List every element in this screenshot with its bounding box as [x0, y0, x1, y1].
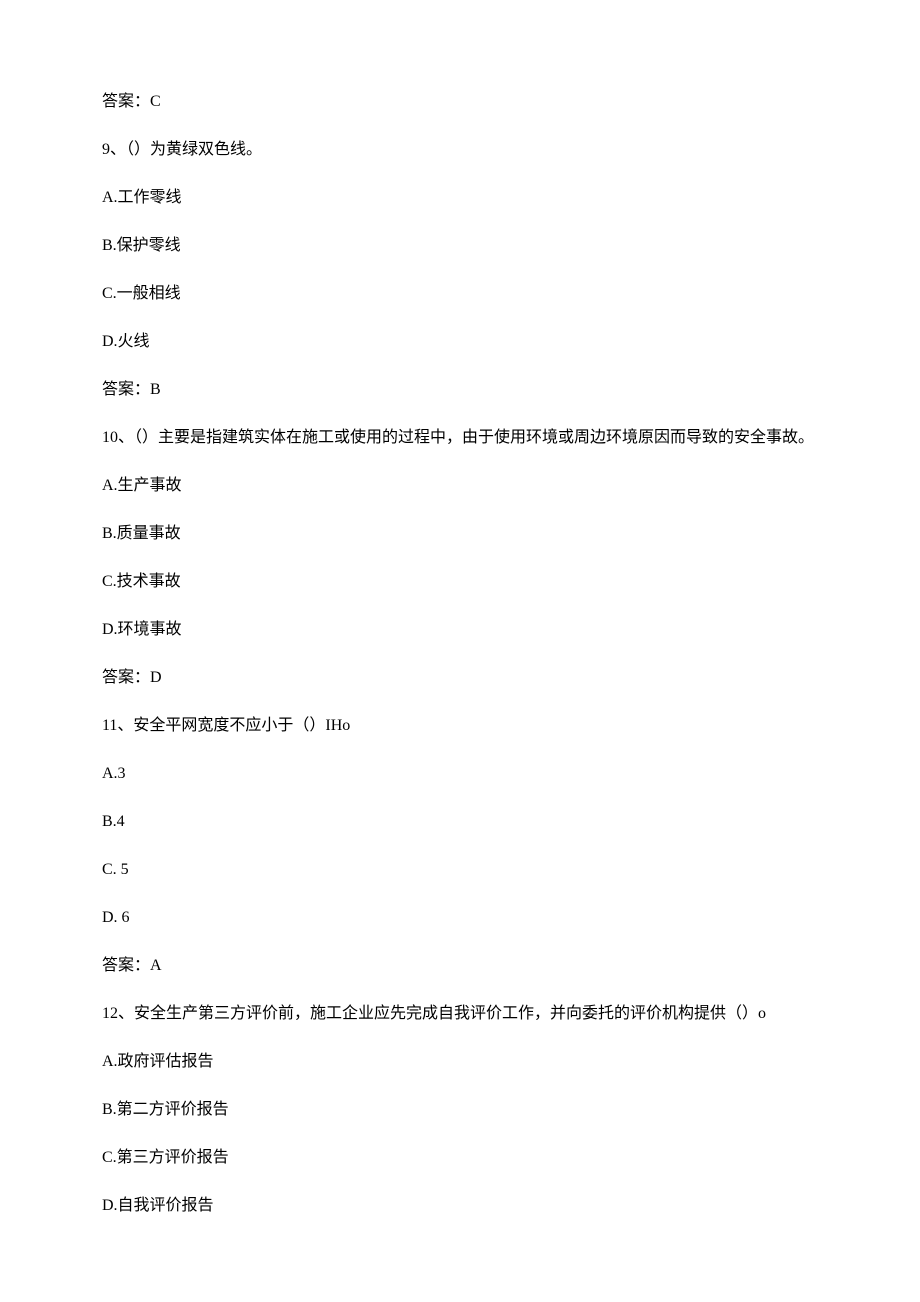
- option-d: D.自我评价报告: [70, 1194, 850, 1218]
- answer-text: 答案：C: [70, 90, 850, 114]
- option-a: A.工作零线: [70, 186, 850, 210]
- option-b: B.保护零线: [70, 234, 850, 258]
- option-b: B.4: [70, 810, 850, 834]
- answer-text: 答案：B: [70, 378, 850, 402]
- option-c: C.一般相线: [70, 282, 850, 306]
- question-text: 9、（）为黄绿双色线。: [70, 138, 850, 162]
- question-text: 12、安全生产第三方评价前，施工企业应先完成自我评价工作，并向委托的评价机构提供…: [70, 1002, 850, 1026]
- option-c: C.第三方评价报告: [70, 1146, 850, 1170]
- option-a: A.政府评估报告: [70, 1050, 850, 1074]
- option-d: D.火线: [70, 330, 850, 354]
- option-a: A.3: [70, 762, 850, 786]
- question-text: 11、安全平网宽度不应小于（）IHo: [70, 714, 850, 738]
- option-c: C. 5: [70, 858, 850, 882]
- question-text: 10、（）主要是指建筑实体在施工或使用的过程中，由于使用环境或周边环境原因而导致…: [70, 426, 850, 450]
- option-b: B.第二方评价报告: [70, 1098, 850, 1122]
- question-text-span: 12、安全生产第三方评价前，施工企业应先完成自我评价工作，并向委托的评价机构提供…: [102, 1005, 766, 1022]
- option-a: A.生产事故: [70, 474, 850, 498]
- question-text-span: 10、（）主要是指建筑实体在施工或使用的过程中，由于使用环境或周边环境原因而导致…: [102, 429, 814, 446]
- option-d: D.环境事故: [70, 618, 850, 642]
- answer-text: 答案：D: [70, 666, 850, 690]
- option-c: C.技术事故: [70, 570, 850, 594]
- option-b: B.质量事故: [70, 522, 850, 546]
- option-d: D. 6: [70, 906, 850, 930]
- answer-text: 答案：A: [70, 954, 850, 978]
